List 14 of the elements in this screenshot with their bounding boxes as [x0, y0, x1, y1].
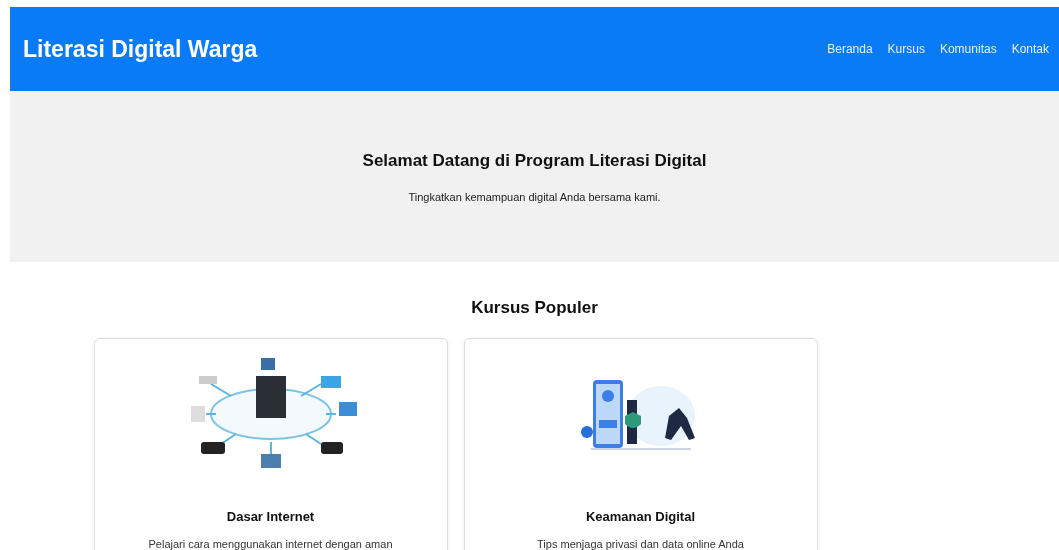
- nav-link[interactable]: Komunitas: [939, 42, 997, 56]
- site-title: Literasi Digital Warga: [23, 35, 258, 63]
- course-description: Pelajari cara menggunakan internet dengan aman: [148, 538, 393, 550]
- nav-link[interactable]: Kursus: [887, 42, 925, 56]
- nav-link[interactable]: Kontak: [1011, 42, 1049, 56]
- section-title: Kursus Populer: [471, 298, 598, 318]
- course-card[interactable]: Keamanan Digital Tips menjaga privasi dan data online Anda: [463, 338, 818, 550]
- course-title: Keamanan Digital: [585, 509, 696, 524]
- course-title: Dasar Internet: [226, 509, 315, 524]
- hero-subtitle: Tingkatkan kemampuan digital Anda bersama kami.: [408, 190, 661, 203]
- course-description: Tips menjaga privasi dan data online Anda: [537, 538, 744, 550]
- nav-link[interactable]: Beranda: [827, 42, 873, 56]
- course-card[interactable]: Dasar Internet Pelajari cara menggunakan internet dengan aman: [93, 338, 448, 550]
- hero-title: Selamat Datang di Program Literasi Digital: [362, 150, 707, 171]
